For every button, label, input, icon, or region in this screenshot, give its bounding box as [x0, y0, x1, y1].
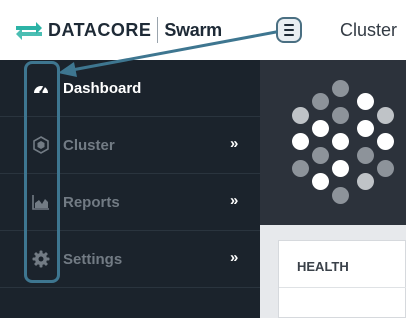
annotation-arrow [58, 30, 278, 77]
